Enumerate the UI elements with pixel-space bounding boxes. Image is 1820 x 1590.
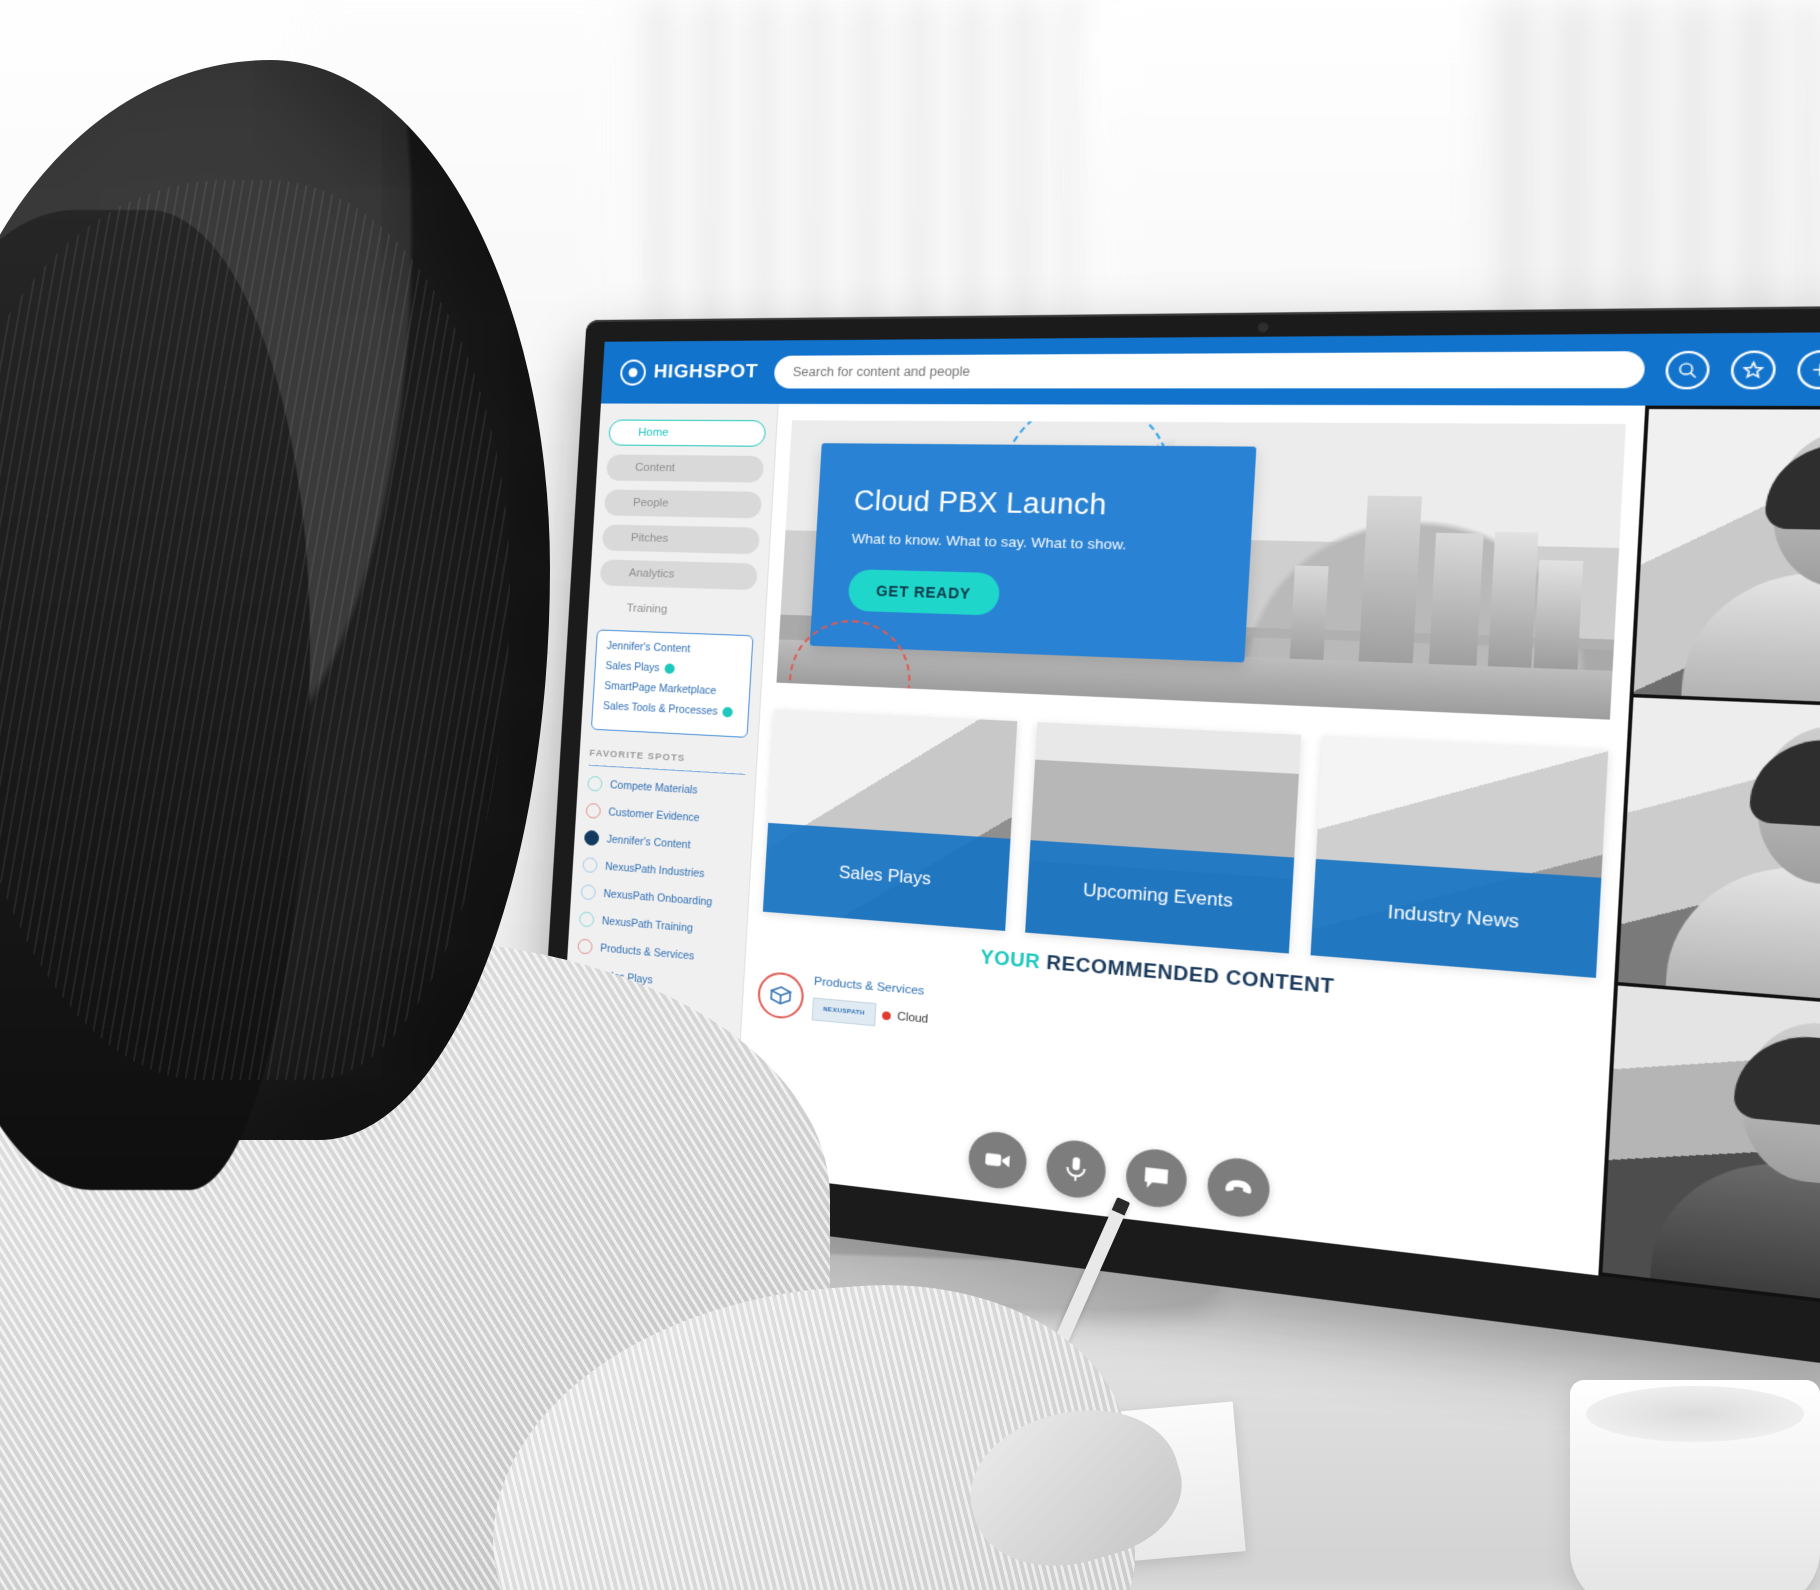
participant-tile-2[interactable] xyxy=(1618,697,1820,1016)
participant-torso xyxy=(1665,859,1820,1011)
search-container xyxy=(773,351,1645,388)
hero-subtitle: What to know. What to say. What to show. xyxy=(851,531,1251,556)
participant-hair xyxy=(1748,737,1820,832)
app-topbar: HIGHSPOT Search for content and people xyxy=(601,330,1820,406)
person-foreground xyxy=(0,60,770,1590)
search-icon[interactable] xyxy=(1664,350,1710,389)
recommended-item-name: Cloud xyxy=(897,1010,929,1026)
photo-scene: HIGHSPOT Search for content and people H… xyxy=(0,0,1820,1590)
main-content: Cloud PBX Launch What to know. What to s… xyxy=(733,404,1645,1276)
microphone-icon[interactable] xyxy=(1045,1138,1107,1201)
video-camera-icon[interactable] xyxy=(967,1129,1028,1191)
feature-card-sales-plays[interactable]: Sales Plays xyxy=(763,709,1018,931)
participant-tile-3[interactable] xyxy=(1602,986,1820,1322)
webcam-icon xyxy=(1258,322,1269,332)
card-label: Upcoming Events xyxy=(1083,880,1234,912)
feature-card-upcoming-events[interactable]: Upcoming Events xyxy=(1026,722,1301,953)
recommended-item-title: Products & Services xyxy=(814,975,931,998)
card-label: Sales Plays xyxy=(838,863,931,890)
recommended-item-meta: NEXUSPATH Cloud xyxy=(812,997,929,1031)
search-input[interactable] xyxy=(773,351,1645,388)
hero-card: Cloud PBX Launch What to know. What to s… xyxy=(810,443,1257,662)
city-tower xyxy=(1488,532,1539,670)
card-band: Industry News xyxy=(1310,859,1601,978)
plus-icon[interactable] xyxy=(1796,349,1820,388)
card-band: Upcoming Events xyxy=(1026,840,1294,953)
feature-cards: Sales Plays Upcoming Events Industry New… xyxy=(763,709,1608,978)
city-tower xyxy=(1429,533,1484,668)
hang-up-phone-icon[interactable] xyxy=(1206,1155,1271,1220)
city-tower xyxy=(1289,565,1328,662)
recommended-accent-word: YOUR xyxy=(980,946,1041,972)
feature-card-industry-news[interactable]: Industry News xyxy=(1310,736,1608,978)
city-tower xyxy=(1533,560,1583,672)
card-label: Industry News xyxy=(1387,902,1520,933)
star-icon[interactable] xyxy=(1730,350,1777,389)
recommended-item-thumb: NEXUSPATH xyxy=(812,997,877,1026)
participant-torso xyxy=(1681,569,1820,709)
participant-tile-1[interactable] xyxy=(1634,409,1820,710)
hero-banner[interactable]: Cloud PBX Launch What to know. What to s… xyxy=(776,420,1625,719)
card-band: Sales Plays xyxy=(763,823,1011,931)
person-hair-strands xyxy=(0,180,510,1080)
hero-title: Cloud PBX Launch xyxy=(853,485,1254,525)
coffee-mug-rim xyxy=(1586,1386,1804,1442)
get-ready-button[interactable]: GET READY xyxy=(847,569,1000,616)
chat-bubble-icon[interactable] xyxy=(1125,1146,1189,1210)
recommended-item[interactable]: Products & Services NEXUSPATH Cloud xyxy=(757,971,972,1037)
status-dot-icon xyxy=(882,1011,891,1020)
city-tower xyxy=(1358,496,1421,666)
